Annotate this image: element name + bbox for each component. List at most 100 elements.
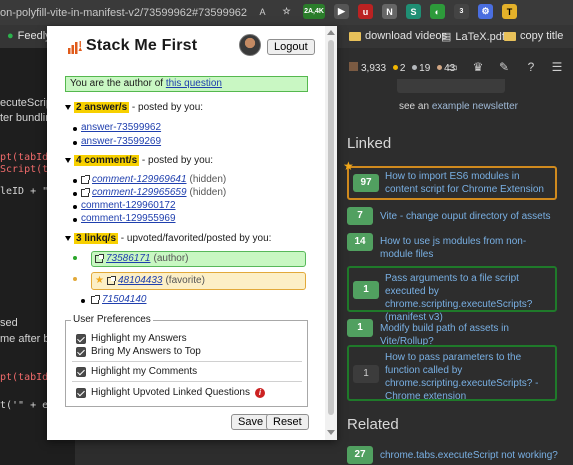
linked-question-title[interactable]: Pass arguments to a file script executed…: [385, 272, 553, 324]
notion-icon[interactable]: N: [382, 4, 397, 19]
video-extension-icon[interactable]: ▶: [334, 4, 349, 19]
checkbox-checked[interactable]: [76, 387, 86, 398]
comment-list-item: comment-129960172: [73, 200, 176, 211]
linked-question[interactable]: 1 Pass arguments to a file script execut…: [347, 266, 557, 323]
linked-question-title[interactable]: How to pass parameters to the function c…: [385, 351, 553, 403]
linked-question-title[interactable]: How to import ES6 modules in content scr…: [385, 170, 553, 196]
checkbox-checked[interactable]: [76, 346, 86, 357]
review-queue-icon[interactable]: ✎: [497, 60, 511, 74]
external-link-icon: [81, 187, 90, 197]
divider: [72, 361, 302, 362]
linkq-link[interactable]: 73586171: [106, 253, 151, 264]
related-question-title[interactable]: chrome.tabs.executeScript not working?: [380, 449, 560, 462]
counter-extension-icon[interactable]: 3: [454, 4, 469, 19]
linkq-link[interactable]: 48104433: [118, 275, 163, 286]
external-link-icon: [81, 174, 90, 184]
score-badge: 1: [347, 319, 373, 337]
answers-section-header[interactable]: 2 answer/s - posted by you:: [65, 102, 203, 113]
bookmark-folder-copy-title[interactable]: copy title: [504, 30, 563, 42]
feedly-icon: ●: [7, 30, 14, 42]
reputation-summary[interactable]: 3,933 2 19 43: [349, 62, 455, 74]
typescript-extension-icon[interactable]: T: [502, 4, 517, 19]
bookmark-feedly[interactable]: ● Feedly: [7, 30, 51, 42]
pref-highlight-linked[interactable]: Highlight Upvoted Linked Questions i: [76, 387, 265, 398]
achievements-icon[interactable]: ♛: [471, 60, 485, 74]
stack-me-first-logo-icon: [68, 41, 82, 54]
code-text: me after b: [0, 333, 50, 345]
code-text: sed: [0, 317, 18, 329]
linkq-link[interactable]: 71504140: [102, 294, 147, 305]
comment-link[interactable]: comment-129955969: [81, 213, 176, 224]
external-link-icon: [106, 275, 116, 285]
linked-question[interactable]: 7 Vite - change ouput directory of asset…: [347, 206, 557, 226]
related-heading: Related: [347, 416, 399, 433]
linked-question[interactable]: 14 How to use js modules from non-module…: [347, 232, 557, 262]
s-extension-icon[interactable]: S: [406, 4, 421, 19]
silver-badge-icon: [412, 65, 418, 70]
checkbox-checked[interactable]: [76, 333, 86, 344]
collapse-triangle-icon[interactable]: [65, 157, 71, 163]
comment-list-item: comment-129969641 (hidden): [73, 174, 226, 185]
read-aloud-icon[interactable]: A: [255, 4, 270, 19]
bookmark-folder-download-videos[interactable]: download videos: [349, 30, 447, 42]
stackoverflow-page: 3,933 2 19 43 ▭ ♛ ✎ ? ☰ see an example n…: [337, 48, 573, 465]
address-bar-text[interactable]: on-polyfill-vite-in-manifest-v2/73599962…: [0, 7, 247, 19]
favorite-star-icon: ★: [343, 159, 354, 173]
newsletter-signup-button[interactable]: [397, 79, 505, 93]
popup-scrollbar[interactable]: [325, 26, 337, 440]
pref-highlight-answers[interactable]: Highlight my Answers: [76, 333, 187, 344]
dark-mode-icon[interactable]: ◐: [430, 4, 445, 19]
browser-toolbar: on-polyfill-vite-in-manifest-v2/73599962…: [0, 0, 573, 25]
site-switcher-icon[interactable]: ☰: [550, 60, 564, 74]
pref-highlight-comments[interactable]: Highlight my Comments: [76, 366, 197, 377]
inbox-icon[interactable]: ▭: [445, 60, 459, 74]
pref-bring-answers-top[interactable]: Bring My Answers to Top: [76, 346, 201, 357]
preferences-legend: User Preferences: [71, 314, 153, 325]
logout-button[interactable]: Logout: [267, 39, 315, 55]
popup-header: Stack Me First Logout: [47, 26, 325, 66]
score-badge: 1: [353, 281, 379, 299]
scroll-thumb[interactable]: [328, 40, 334, 415]
checkbox-checked[interactable]: [76, 366, 86, 377]
linked-heading: Linked: [347, 135, 392, 152]
linked-question[interactable]: 1 How to pass parameters to the function…: [347, 345, 557, 403]
linked-question-title[interactable]: How to use js modules from non-module fi…: [380, 235, 555, 261]
related-question[interactable]: 27 chrome.tabs.executeScript not working…: [347, 445, 560, 465]
answer-link[interactable]: answer-73599962: [81, 122, 161, 133]
comments-section-header[interactable]: 4 comment/s - posted by you:: [65, 155, 213, 166]
scroll-up-arrow-icon[interactable]: [327, 30, 335, 35]
ublock-icon[interactable]: u: [358, 4, 373, 19]
comment-link[interactable]: comment-129965659: [92, 187, 187, 198]
gold-badge-icon: [392, 65, 398, 70]
reset-button[interactable]: Reset: [266, 414, 309, 430]
linked-question[interactable]: ★ 97 How to import ES6 modules in conten…: [343, 159, 557, 200]
comment-list-item: comment-129955969: [73, 213, 176, 224]
linked-question[interactable]: 1 Modify build path of assets in Vite/Ro…: [347, 318, 557, 347]
linkqs-section-header[interactable]: 3 linkq/s - upvoted/favorited/posted by …: [65, 233, 271, 244]
linked-question-title[interactable]: Vite - change ouput directory of assets: [380, 210, 555, 223]
example-newsletter-link[interactable]: example newsletter: [432, 101, 518, 112]
bookmark-latex-pdf[interactable]: ▤ LaTeX.pdf: [441, 30, 505, 44]
info-icon[interactable]: i: [254, 387, 265, 398]
collapse-triangle-icon[interactable]: [65, 235, 71, 241]
extension-popup: Stack Me First Logout You are the author…: [47, 26, 337, 440]
comment-link[interactable]: comment-129969641: [92, 174, 187, 185]
author-question-link[interactable]: this question: [166, 78, 222, 89]
settings-extension-icon[interactable]: ⚙: [478, 4, 493, 19]
comment-link[interactable]: comment-129960172: [81, 200, 176, 211]
linkq-author-item: 73586171 (author): [91, 251, 306, 267]
answer-list-item: answer-73599269: [73, 136, 161, 147]
score-badge: 7: [347, 207, 373, 225]
author-banner: You are the author of this question: [65, 76, 308, 92]
scroll-down-arrow-icon[interactable]: [327, 430, 335, 435]
comment-list-item: comment-129965659 (hidden): [73, 187, 226, 198]
collapse-triangle-icon[interactable]: [65, 104, 71, 110]
linkq-list-item: 71504140: [81, 294, 147, 305]
answer-link[interactable]: answer-73599269: [81, 136, 161, 147]
extension-badge-icon[interactable]: 2A,4K: [303, 4, 325, 19]
external-link-icon: [91, 294, 100, 304]
favorite-star-icon[interactable]: ☆: [279, 4, 294, 19]
toolbar-icons: A ☆ 2A,4K ▶ u N S ◐ 3 ⚙ T: [255, 4, 517, 19]
help-icon[interactable]: ?: [524, 60, 538, 74]
save-button[interactable]: Save: [231, 414, 271, 430]
